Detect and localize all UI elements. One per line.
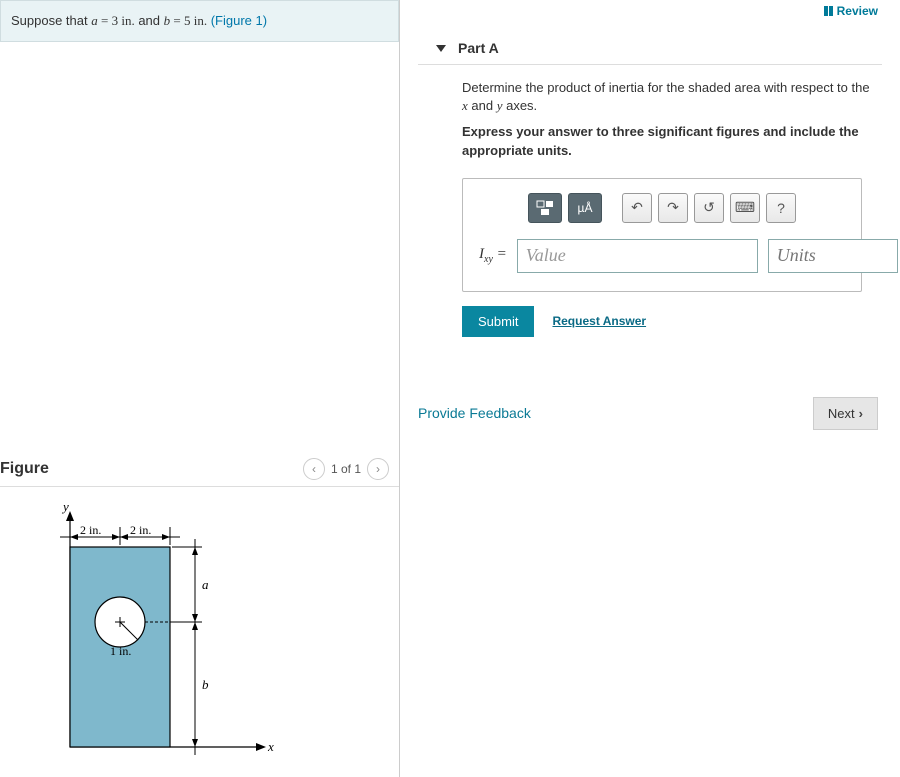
figure-link[interactable]: (Figure 1) [211,13,267,28]
b-eq: = 5 [170,13,194,28]
problem-statement: Suppose that a = 3 in. and b = 5 in. (Fi… [0,0,399,42]
undo-icon: ↶ [631,199,643,216]
units-tool-label: µÅ [578,201,593,215]
part-instruction: Determine the product of inertia for the… [462,79,872,115]
undo-button[interactable]: ↶ [622,193,652,223]
label-b: b [202,677,209,692]
problem-text-prefix: Suppose that [11,13,91,28]
reset-icon: ↺ [703,199,715,216]
answer-sym-sub: xy [484,254,493,265]
keyboard-button[interactable]: ⌨ [730,193,760,223]
problem-text-mid: and [135,13,164,28]
keyboard-icon: ⌨ [735,199,755,216]
answer-toolbar: µÅ ↶ ↷ ↺ ⌨ ? [479,193,845,223]
figure-pager-text: 1 of 1 [331,462,361,476]
units-input[interactable] [768,239,898,273]
collapse-caret-icon [436,45,446,52]
next-label: Next [828,406,855,421]
axis-y-label: y [61,499,69,514]
figure-diagram: y x [0,487,399,777]
b-unit: in. [194,13,207,28]
a-eq: = 3 [98,13,122,28]
redo-button[interactable]: ↷ [658,193,688,223]
part-instruction-bold: Express your answer to three significant… [462,123,872,159]
help-button[interactable]: ? [766,193,796,223]
figure-title: Figure [0,460,49,478]
label-a: a [202,577,209,592]
figure-prev-button[interactable]: ‹ [303,458,325,480]
review-label: Review [837,4,878,18]
answer-symbol: Ixy = [479,246,507,265]
review-icon [824,6,833,16]
instr-and: and [468,98,497,113]
request-answer-link[interactable]: Request Answer [552,314,646,328]
value-input[interactable] [517,239,758,273]
units-tool[interactable]: µÅ [568,193,602,223]
chevron-right-icon: › [859,406,863,421]
next-button[interactable]: Next › [813,397,878,430]
label-2in-right: 2 in. [130,523,151,537]
label-2in-left: 2 in. [80,523,101,537]
axis-x-label: x [267,739,274,754]
submit-button[interactable]: Submit [462,306,534,337]
review-link[interactable]: Review [824,4,878,18]
instr-pre: Determine the product of inertia for the… [462,80,870,95]
answer-sym-eq: = [493,246,507,262]
figure-next-button[interactable]: › [367,458,389,480]
help-icon: ? [777,200,785,216]
answer-box: µÅ ↶ ↷ ↺ ⌨ ? Ixy = [462,178,862,292]
part-header[interactable]: Part A [418,0,882,65]
template-tool[interactable] [528,193,562,223]
instr-post: axes. [502,98,537,113]
reset-button[interactable]: ↺ [694,193,724,223]
provide-feedback-link[interactable]: Provide Feedback [418,405,531,421]
label-1in: 1 in. [110,644,131,658]
a-unit: in. [121,13,134,28]
part-title: Part A [458,40,499,56]
redo-icon: ↷ [667,199,679,216]
